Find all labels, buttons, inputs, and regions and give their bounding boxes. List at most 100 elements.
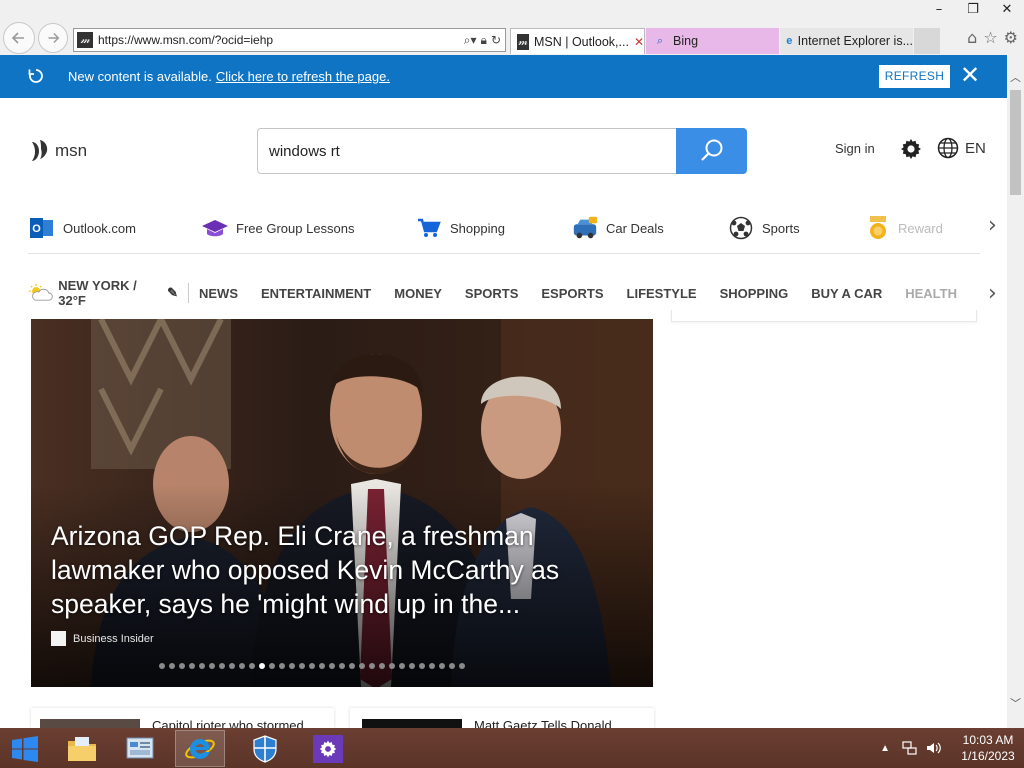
control-panel-button[interactable]: [115, 730, 165, 767]
category-next-chevron-icon[interactable]: ›: [988, 283, 1004, 305]
carousel-dot[interactable]: [379, 663, 385, 669]
search-button[interactable]: [676, 128, 747, 174]
clock[interactable]: 10:03 AM 1/16/2023: [952, 732, 1024, 764]
close-tab-icon[interactable]: ✕: [634, 35, 644, 49]
close-notification-icon[interactable]: ✕: [958, 62, 982, 90]
quick-links-next-chevron-icon[interactable]: ›: [988, 215, 1004, 237]
network-icon[interactable]: [902, 740, 918, 756]
tab-ie[interactable]: e Internet Explorer is...: [780, 28, 913, 54]
minimize-button[interactable]: –: [922, 0, 956, 22]
carousel-dot-active[interactable]: [259, 663, 265, 669]
carousel-dot[interactable]: [369, 663, 375, 669]
refresh-page-link[interactable]: Click here to refresh the page.: [216, 69, 390, 84]
window-controls: – ❐ ✕: [922, 0, 1024, 22]
carousel-dot[interactable]: [439, 663, 445, 669]
carousel-dot[interactable]: [399, 663, 405, 669]
search-box[interactable]: [257, 128, 677, 174]
start-button[interactable]: [0, 730, 50, 767]
volume-icon[interactable]: [926, 740, 942, 756]
msn-logo[interactable]: msn: [28, 138, 87, 164]
carousel-dot[interactable]: [269, 663, 275, 669]
home-icon[interactable]: ⌂: [967, 28, 977, 47]
quick-link-outlook[interactable]: O Outlook.com: [28, 210, 136, 246]
carousel-dot[interactable]: [179, 663, 185, 669]
settings-gear-icon[interactable]: ⚙: [1004, 28, 1018, 47]
carousel-dot[interactable]: [459, 663, 465, 669]
nav-entertainment[interactable]: ENTERTAINMENT: [261, 286, 371, 301]
carousel-dot[interactable]: [389, 663, 395, 669]
refresh-button[interactable]: REFRESH: [879, 65, 950, 88]
carousel-dot[interactable]: [429, 663, 435, 669]
search-dropdown-icon[interactable]: ⌕▾: [464, 33, 477, 48]
carousel-dot[interactable]: [349, 663, 355, 669]
carousel-dot[interactable]: [329, 663, 335, 669]
nav-health[interactable]: HEALTH: [905, 286, 957, 301]
nav-money[interactable]: MONEY: [394, 286, 442, 301]
file-explorer-button[interactable]: [57, 730, 107, 767]
edit-pencil-icon[interactable]: ✎: [167, 285, 178, 301]
quick-link-shopping[interactable]: Shopping: [415, 210, 505, 246]
tab-bing[interactable]: ⌕ Bing: [646, 28, 779, 54]
show-hidden-icons-icon[interactable]: ▲: [880, 743, 890, 754]
carousel-dot[interactable]: [299, 663, 305, 669]
scroll-down-icon[interactable]: ﹀: [1007, 695, 1024, 712]
news-card[interactable]: Capitol rioter who stormed: [31, 708, 334, 728]
nav-shopping[interactable]: SHOPPING: [720, 286, 789, 301]
card-title[interactable]: Matt Gaetz Tells Donald: [474, 718, 612, 728]
vertical-scrollbar[interactable]: ︿ ﹀: [1007, 55, 1024, 728]
carousel-dot[interactable]: [419, 663, 425, 669]
carousel-dot[interactable]: [339, 663, 345, 669]
carousel-dot[interactable]: [169, 663, 175, 669]
close-window-button[interactable]: ✕: [990, 0, 1024, 22]
nav-lifestyle[interactable]: LIFESTYLE: [627, 286, 697, 301]
settings-button[interactable]: [303, 730, 353, 767]
quick-link-car-deals[interactable]: Car Deals: [571, 210, 664, 246]
news-card[interactable]: Matt Gaetz Tells Donald: [350, 708, 654, 728]
scroll-up-icon[interactable]: ︿: [1007, 69, 1024, 86]
carousel-dot[interactable]: [239, 663, 245, 669]
nav-sports[interactable]: SPORTS: [465, 286, 518, 301]
quick-link-free-group-lessons[interactable]: Free Group Lessons: [201, 210, 355, 246]
carousel-dot[interactable]: [409, 663, 415, 669]
sign-in-link[interactable]: Sign in: [835, 141, 875, 156]
tab-msn[interactable]: 𝓂 MSN | Outlook,... ✕: [510, 28, 645, 54]
restore-button[interactable]: ❐: [956, 0, 990, 22]
carousel-dot[interactable]: [189, 663, 195, 669]
carousel-dot[interactable]: [209, 663, 215, 669]
hero-headline[interactable]: Arizona GOP Rep. Eli Crane, a freshman l…: [51, 519, 631, 621]
quick-link-sports[interactable]: Sports: [727, 210, 800, 246]
search-input[interactable]: [258, 129, 677, 173]
carousel-dot[interactable]: [249, 663, 255, 669]
back-button[interactable]: [3, 22, 35, 54]
carousel-dot[interactable]: [309, 663, 315, 669]
security-button[interactable]: [240, 730, 290, 767]
favorites-star-icon[interactable]: ☆: [983, 28, 997, 47]
weather-widget[interactable]: NEW YORK / 32°F ✎: [28, 278, 178, 308]
settings-gear-icon[interactable]: [899, 137, 923, 161]
new-tab-button[interactable]: [914, 28, 940, 54]
hero-source[interactable]: Business Insider: [51, 631, 154, 646]
carousel-dot[interactable]: [229, 663, 235, 669]
url-text[interactable]: https://www.msn.com/?ocid=iehp: [98, 33, 464, 47]
card-title[interactable]: Capitol rioter who stormed: [152, 718, 304, 728]
carousel-dot[interactable]: [159, 663, 165, 669]
carousel-dot[interactable]: [319, 663, 325, 669]
language-selector[interactable]: EN: [937, 137, 986, 159]
carousel-dot[interactable]: [219, 663, 225, 669]
carousel-dot[interactable]: [359, 663, 365, 669]
nav-buy-a-car[interactable]: BUY A CAR: [811, 286, 882, 301]
carousel-dot[interactable]: [279, 663, 285, 669]
scrollbar-thumb[interactable]: [1010, 90, 1021, 195]
hero-story[interactable]: Arizona GOP Rep. Eli Crane, a freshman l…: [31, 319, 653, 687]
internet-explorer-button[interactable]: [175, 730, 225, 767]
carousel-dot[interactable]: [289, 663, 295, 669]
nav-esports[interactable]: ESPORTS: [541, 286, 603, 301]
carousel-dot[interactable]: [449, 663, 455, 669]
refresh-page-icon[interactable]: ↻: [491, 33, 501, 48]
lock-icon[interactable]: 🔒︎: [481, 33, 487, 48]
nav-news[interactable]: NEWS: [199, 286, 238, 301]
forward-button[interactable]: [38, 23, 68, 53]
address-bar[interactable]: 𝓂 https://www.msn.com/?ocid=iehp ⌕▾ 🔒︎ ↻: [73, 28, 506, 52]
carousel-dot[interactable]: [199, 663, 205, 669]
quick-link-rewards[interactable]: Rewards: [865, 210, 943, 246]
